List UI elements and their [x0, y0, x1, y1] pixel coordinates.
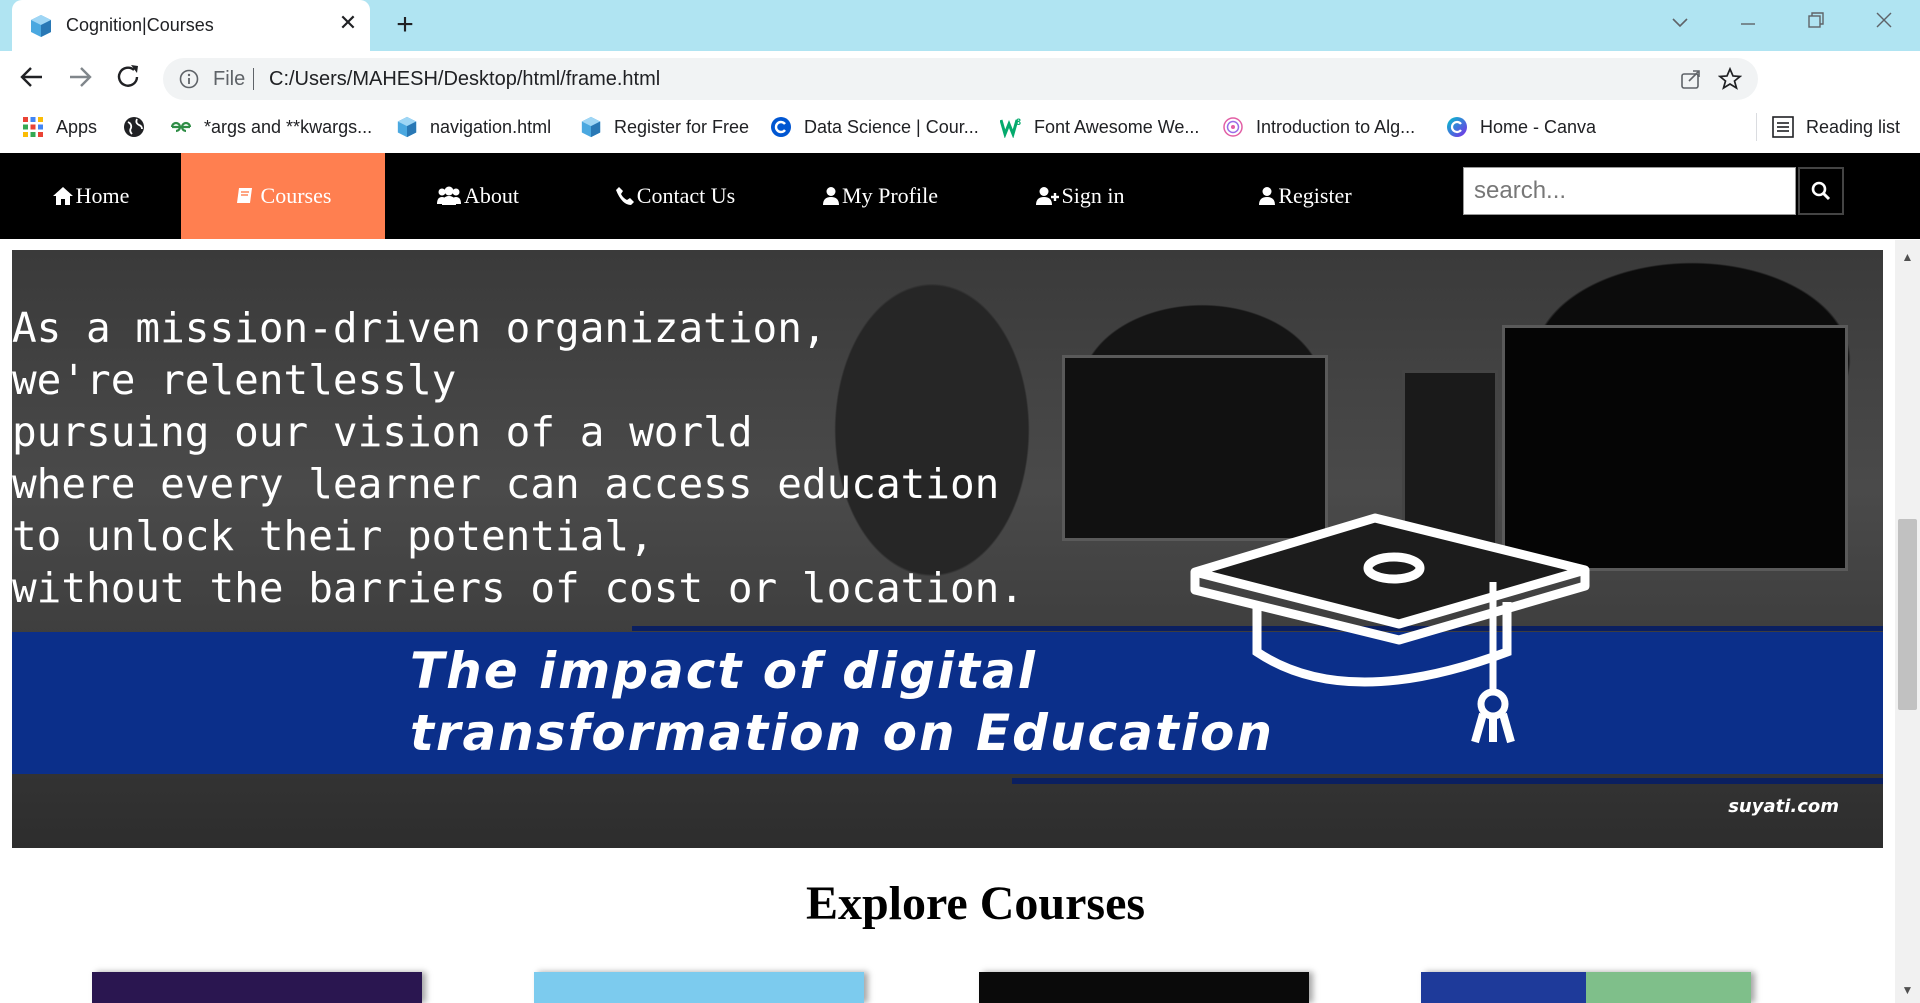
bookmark-canva[interactable]: Home - Canva: [1446, 115, 1596, 139]
share-icon[interactable]: [1680, 68, 1702, 90]
bookmark-navigation-html[interactable]: navigation.html: [396, 115, 551, 139]
spiral-icon: [1223, 117, 1243, 137]
globe-icon: [124, 117, 144, 137]
apps-grid-icon: [23, 117, 43, 137]
bookmark-label: Apps: [56, 116, 98, 137]
users-icon: [437, 186, 461, 205]
tab-search-icon[interactable]: [1660, 8, 1700, 36]
url-text[interactable]: C:/Users/MAHESH/Desktop/html/frame.html: [269, 68, 660, 91]
bookmark-label: Introduction to Alg...: [1256, 116, 1416, 137]
banner-headline: The impact of digital transformation on …: [410, 642, 1274, 762]
canva-icon: [1447, 117, 1467, 137]
bookmarks-divider: [1756, 113, 1757, 141]
nav-courses-label: Courses: [260, 183, 332, 208]
close-tab-icon[interactable]: ✕: [336, 11, 360, 35]
nav-about[interactable]: About: [385, 153, 570, 239]
browser-toolbar: File C:/Users/MAHESH/Desktop/html/frame.…: [0, 51, 1920, 147]
scroll-up-arrow-icon[interactable]: ▲: [1895, 250, 1920, 266]
nav-contact[interactable]: Contact Us: [570, 153, 780, 239]
book-icon: [236, 188, 252, 203]
minimize-icon[interactable]: [1728, 8, 1768, 36]
bookmark-data-science[interactable]: Data Science | Cour...: [770, 115, 979, 139]
reading-list-label: Reading list: [1806, 116, 1901, 137]
course-card[interactable]: [1421, 972, 1751, 1003]
browser-tab-strip: Cognition|Courses ✕ +: [0, 0, 1920, 51]
address-separator: [253, 68, 254, 90]
user-plus-icon: [1035, 187, 1059, 205]
user-icon: [1259, 187, 1276, 205]
bookmark-label: navigation.html: [430, 116, 552, 137]
page-cube-icon: [397, 116, 417, 138]
scroll-down-arrow-icon[interactable]: ▼: [1895, 983, 1920, 999]
nav-sign-in[interactable]: Sign in: [980, 153, 1180, 239]
reload-icon[interactable]: [110, 59, 146, 95]
page-scrollbar[interactable]: ▲ ▼: [1895, 240, 1920, 1003]
new-tab-button[interactable]: +: [390, 10, 420, 41]
graduation-cap-icon: [1190, 513, 1590, 744]
nav-register[interactable]: Register: [1180, 153, 1430, 239]
mission-statement: As a mission-driven organization, we're …: [12, 304, 1025, 612]
bookmark-label: *args and **kwargs...: [204, 116, 373, 137]
scroll-thumb[interactable]: [1898, 519, 1917, 710]
restore-icon[interactable]: [1796, 8, 1836, 36]
nav-my-profile[interactable]: My Profile: [780, 153, 980, 239]
bookmark-label: Font Awesome We...: [1034, 116, 1200, 137]
explore-courses-heading: Explore Courses: [805, 877, 1146, 930]
bookmark-args-kwargs[interactable]: *args and **kwargs...: [170, 115, 372, 139]
nav-sign-in-label: Sign in: [1061, 183, 1125, 208]
site-navbar: Home Courses About Contact Us My Profile: [0, 153, 1920, 239]
bookmark-register-free[interactable]: Register for Free: [580, 115, 749, 139]
bookmark-font-awesome[interactable]: 3 Font Awesome We...: [1000, 115, 1199, 139]
banner-accent-line: [1012, 778, 1883, 784]
nav-contact-label: Contact Us: [636, 183, 736, 208]
bookmark-star-icon[interactable]: [1718, 67, 1742, 91]
nav-home-label: Home: [75, 183, 130, 208]
nav-my-profile-label: My Profile: [842, 183, 938, 208]
home-icon: [52, 187, 73, 205]
course-card[interactable]: [92, 972, 422, 1003]
bookmark-globe[interactable]: [123, 115, 157, 139]
bookmark-label: Home - Canva: [1480, 116, 1597, 137]
page-cube-icon: [581, 116, 601, 138]
course-card[interactable]: [979, 972, 1309, 1003]
bookmark-apps[interactable]: Apps: [22, 115, 97, 139]
address-bar[interactable]: File C:/Users/MAHESH/Desktop/html/frame.…: [163, 58, 1758, 100]
back-arrow-icon[interactable]: [14, 59, 50, 95]
hero-banner: As a mission-driven organization, we're …: [12, 250, 1883, 848]
reading-list-icon: [1772, 116, 1794, 138]
tab-title: Cognition|Courses: [66, 15, 214, 35]
coursera-icon: [771, 117, 791, 137]
w3schools-icon: 3: [1000, 117, 1021, 138]
nav-about-label: About: [464, 183, 519, 208]
phone-icon: [615, 187, 634, 205]
bookmark-intro-algorithms[interactable]: Introduction to Alg...: [1222, 115, 1415, 139]
svg-text:3: 3: [1016, 117, 1021, 127]
bookmark-label: Register for Free: [614, 116, 750, 137]
geeksforgeeks-icon: [170, 121, 192, 133]
search-icon: [1811, 181, 1831, 201]
close-window-icon[interactable]: [1864, 8, 1904, 36]
page-cube-icon: [31, 15, 51, 37]
user-icon: [823, 187, 840, 205]
image-credit: suyati.com: [1728, 796, 1839, 817]
info-icon[interactable]: [179, 69, 199, 89]
file-scheme-label: File: [213, 68, 246, 90]
bookmark-label: Data Science | Cour...: [804, 116, 979, 137]
bookmarks-bar: Apps *args and **kwargs... navigation.ht…: [0, 103, 1920, 151]
forward-arrow-icon[interactable]: [62, 59, 98, 95]
search-button[interactable]: [1798, 167, 1844, 215]
search-input[interactable]: search...: [1463, 167, 1796, 215]
browser-tab[interactable]: Cognition|Courses ✕: [12, 0, 370, 51]
nav-courses[interactable]: Courses: [181, 153, 385, 239]
course-card[interactable]: [534, 972, 864, 1003]
nav-register-label: Register: [1278, 183, 1352, 208]
nav-home[interactable]: Home: [0, 153, 181, 239]
reading-list-button[interactable]: Reading list: [1772, 115, 1900, 139]
